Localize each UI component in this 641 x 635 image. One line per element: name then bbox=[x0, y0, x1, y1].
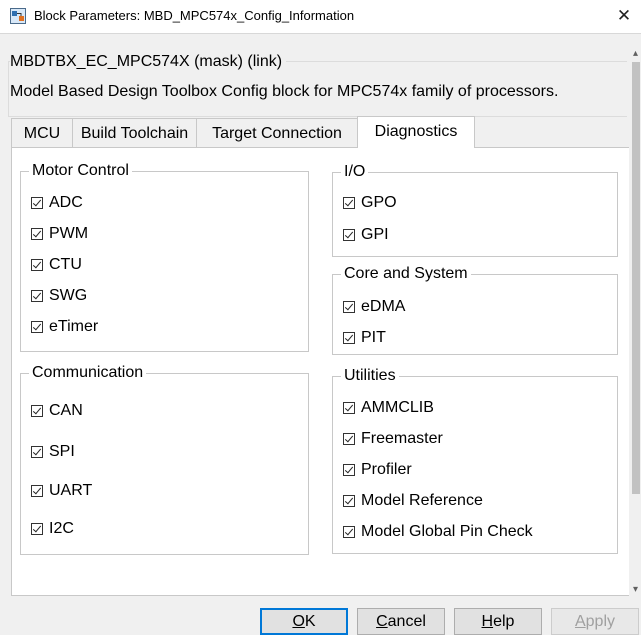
checkbox-label: GPO bbox=[361, 194, 397, 211]
checkbox-label: Freemaster bbox=[361, 430, 443, 447]
group-title-io: I/O bbox=[341, 162, 369, 182]
checkbox-uart[interactable]: UART bbox=[31, 481, 92, 501]
help-label: elp bbox=[493, 613, 515, 630]
mask-description: Model Based Design Toolbox Config block … bbox=[10, 83, 559, 100]
checkbox-label: CTU bbox=[49, 256, 82, 273]
checkbox-checked-icon[interactable] bbox=[31, 405, 43, 417]
group-motor-control: Motor Control ADC PWM CTU SWG eTimer bbox=[20, 161, 309, 352]
checkbox-spi[interactable]: SPI bbox=[31, 442, 75, 462]
tab-mcu[interactable]: MCU bbox=[11, 118, 73, 147]
chevron-down-icon[interactable]: ▾ bbox=[630, 584, 641, 596]
checkbox-label: GPI bbox=[361, 226, 389, 243]
checkbox-checked-icon[interactable] bbox=[31, 197, 43, 209]
checkbox-checked-icon[interactable] bbox=[31, 446, 43, 458]
checkbox-can[interactable]: CAN bbox=[31, 401, 83, 421]
group-title-utilities: Utilities bbox=[341, 366, 399, 386]
block-parameters-icon bbox=[10, 8, 26, 24]
dialog-footer: OK Cancel Help Apply bbox=[0, 597, 641, 635]
checkbox-checked-icon[interactable] bbox=[31, 228, 43, 240]
checkbox-checked-icon[interactable] bbox=[343, 229, 355, 241]
window-title: Block Parameters: MBD_MPC574x_Config_Inf… bbox=[34, 8, 355, 23]
checkbox-ammclib[interactable]: AMMCLIB bbox=[343, 398, 434, 418]
checkbox-checked-icon[interactable] bbox=[31, 485, 43, 497]
checkbox-checked-icon[interactable] bbox=[343, 526, 355, 538]
help-mnemonic: H bbox=[481, 613, 494, 630]
checkbox-label: SPI bbox=[49, 443, 75, 460]
checkbox-checked-icon[interactable] bbox=[343, 464, 355, 476]
checkbox-checked-icon[interactable] bbox=[31, 259, 43, 271]
checkbox-label: Profiler bbox=[361, 461, 412, 478]
vertical-scrollbar[interactable]: ▴ ▾ bbox=[630, 48, 641, 596]
checkbox-label: UART bbox=[49, 482, 93, 499]
cancel-label: ancel bbox=[387, 613, 426, 630]
group-communication: Communication CAN SPI UART I2C bbox=[20, 363, 309, 555]
checkbox-checked-icon[interactable] bbox=[31, 523, 43, 535]
apply-mnemonic: A bbox=[574, 613, 586, 630]
ok-mnemonic: O bbox=[292, 613, 305, 630]
apply-label: pply bbox=[585, 613, 616, 630]
checkbox-checked-icon[interactable] bbox=[31, 290, 43, 302]
checkbox-checked-icon[interactable] bbox=[343, 301, 355, 313]
tab-target-connection[interactable]: Target Connection bbox=[196, 118, 358, 147]
checkbox-edma[interactable]: eDMA bbox=[343, 297, 405, 317]
checkbox-label: Model Reference bbox=[361, 492, 483, 509]
cancel-mnemonic: C bbox=[376, 613, 388, 630]
checkbox-label: CAN bbox=[49, 402, 83, 419]
tab-diagnostics[interactable]: Diagnostics bbox=[357, 116, 475, 148]
checkbox-label: AMMCLIB bbox=[361, 399, 434, 416]
checkbox-label: eDMA bbox=[361, 298, 406, 315]
checkbox-adc[interactable]: ADC bbox=[31, 193, 83, 213]
checkbox-checked-icon[interactable] bbox=[343, 433, 355, 445]
tab-strip: MCU Build Toolchain Target Connection Di… bbox=[11, 116, 475, 148]
ok-label: K bbox=[304, 613, 316, 630]
checkbox-label: SWG bbox=[49, 287, 88, 304]
ok-button[interactable]: OK bbox=[260, 608, 348, 635]
checkbox-pit[interactable]: PIT bbox=[343, 328, 386, 348]
checkbox-label: PWM bbox=[49, 225, 89, 242]
group-title-motor-control: Motor Control bbox=[29, 161, 132, 181]
checkbox-label: ADC bbox=[49, 194, 83, 211]
group-title-communication: Communication bbox=[29, 363, 147, 383]
chevron-up-icon[interactable]: ▴ bbox=[630, 48, 641, 60]
checkbox-model-global-pin-check[interactable]: Model Global Pin Check bbox=[343, 522, 533, 542]
checkbox-label: I2C bbox=[49, 520, 74, 537]
checkbox-pwm[interactable]: PWM bbox=[31, 224, 88, 244]
close-icon[interactable]: ✕ bbox=[611, 2, 637, 30]
tab-build-toolchain[interactable]: Build Toolchain bbox=[72, 118, 197, 147]
checkbox-ctu[interactable]: CTU bbox=[31, 255, 82, 275]
cancel-button[interactable]: Cancel bbox=[357, 608, 445, 635]
group-io: I/O GPO GPI bbox=[332, 162, 618, 257]
apply-button[interactable]: Apply bbox=[551, 608, 639, 635]
diagnostics-panel: Motor Control ADC PWM CTU SWG eTimer Com… bbox=[11, 147, 629, 596]
checkbox-freemaster[interactable]: Freemaster bbox=[343, 429, 443, 449]
checkbox-label: eTimer bbox=[49, 318, 99, 335]
checkbox-checked-icon[interactable] bbox=[343, 402, 355, 414]
checkbox-profiler[interactable]: Profiler bbox=[343, 460, 412, 480]
checkbox-swg[interactable]: SWG bbox=[31, 286, 87, 306]
title-bar: Block Parameters: MBD_MPC574x_Config_Inf… bbox=[0, 0, 641, 34]
checkbox-checked-icon[interactable] bbox=[343, 332, 355, 344]
checkbox-gpi[interactable]: GPI bbox=[343, 225, 389, 245]
checkbox-label: PIT bbox=[361, 329, 386, 346]
checkbox-model-reference[interactable]: Model Reference bbox=[343, 491, 483, 511]
checkbox-checked-icon[interactable] bbox=[343, 197, 355, 209]
checkbox-checked-icon[interactable] bbox=[31, 321, 43, 333]
group-core-system: Core and System eDMA PIT bbox=[332, 264, 618, 355]
checkbox-gpo[interactable]: GPO bbox=[343, 193, 397, 213]
checkbox-label: Model Global Pin Check bbox=[361, 523, 533, 540]
checkbox-checked-icon[interactable] bbox=[343, 495, 355, 507]
checkbox-i2c[interactable]: I2C bbox=[31, 519, 74, 539]
checkbox-etimer[interactable]: eTimer bbox=[31, 317, 98, 337]
scrollbar-thumb[interactable] bbox=[632, 62, 640, 494]
mask-label: MBDTBX_EC_MPC574X (mask) (link) bbox=[10, 52, 287, 72]
group-utilities: Utilities AMMCLIB Freemaster Profiler Mo… bbox=[332, 366, 618, 554]
group-title-core-system: Core and System bbox=[341, 264, 471, 284]
help-button[interactable]: Help bbox=[454, 608, 542, 635]
